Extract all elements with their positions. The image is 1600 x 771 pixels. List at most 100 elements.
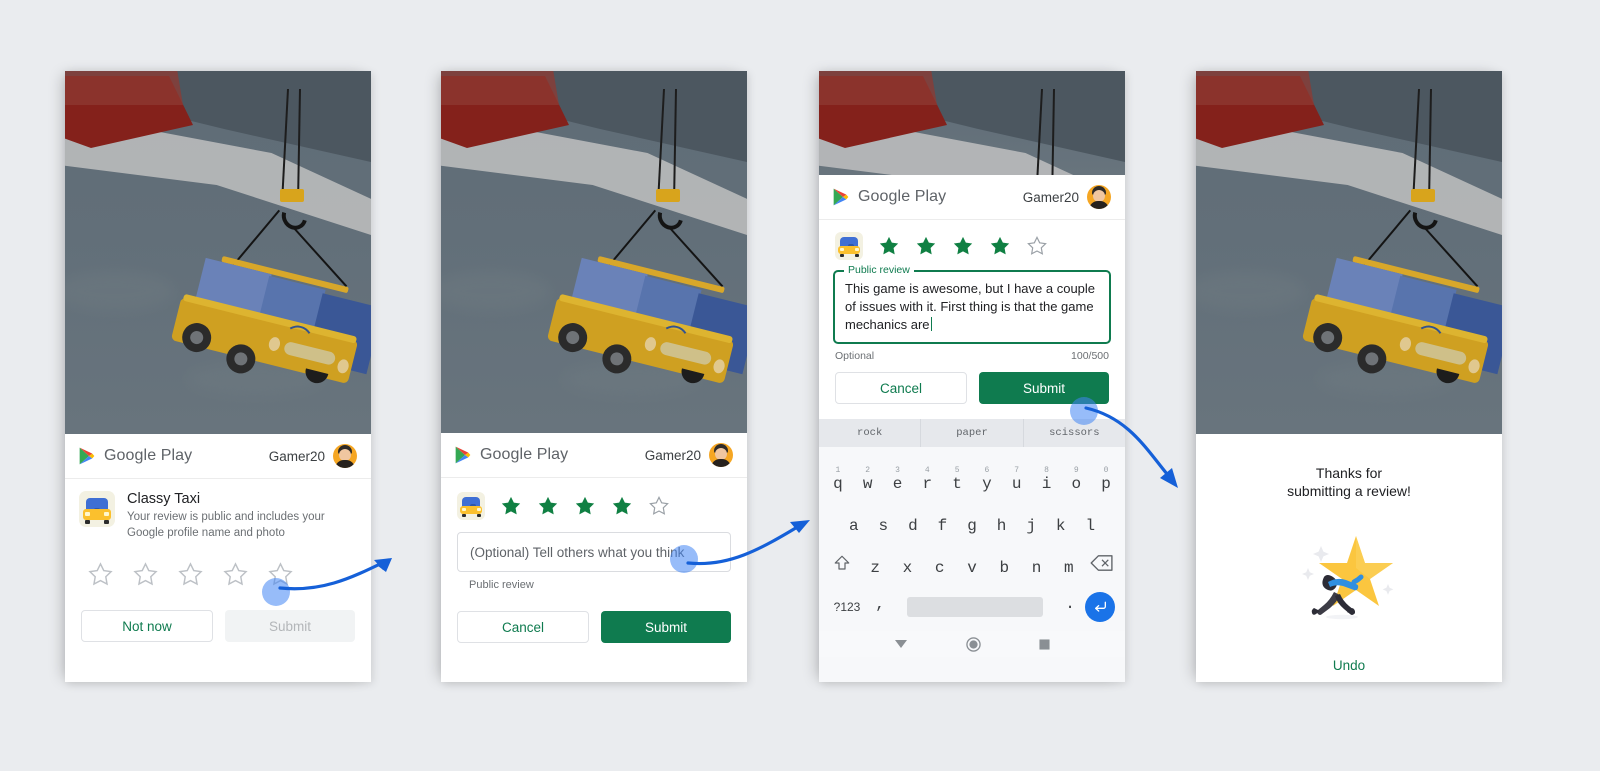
key-z[interactable]: z	[859, 559, 891, 583]
key-i[interactable]: 8i	[1032, 466, 1062, 499]
phone-screen-step1: Google Play Gamer20 Classy Taxi Your rev…	[65, 71, 371, 682]
star-outline-icon-4[interactable]	[222, 561, 249, 588]
key-y[interactable]: 6y	[972, 466, 1002, 499]
star-filled-icon-4[interactable]	[611, 495, 633, 517]
key-s[interactable]: s	[869, 517, 899, 541]
key-b[interactable]: b	[988, 559, 1020, 583]
key-label: y	[982, 475, 992, 493]
game-background-art	[65, 71, 371, 434]
key-j[interactable]: j	[1016, 517, 1046, 541]
key-c[interactable]: c	[924, 559, 956, 583]
star-filled-icon-4[interactable]	[989, 235, 1011, 257]
tap-4th-star	[262, 578, 290, 606]
character-counter: 100/500	[1071, 350, 1109, 362]
star-outline-icon-5[interactable]	[1026, 235, 1048, 257]
game-background-art	[1196, 71, 1502, 434]
not-now-button[interactable]: Not now	[81, 610, 213, 643]
shift-icon	[834, 555, 850, 570]
suggestion-chip-3[interactable]: scissors	[1024, 419, 1125, 447]
backspace-icon	[1090, 555, 1113, 571]
key-w[interactable]: 2w	[853, 466, 883, 499]
key-f[interactable]: f	[928, 517, 958, 541]
rating-stars-step2[interactable]	[441, 478, 747, 528]
keyboard-row-3: z x c v b n m	[819, 541, 1125, 583]
star-filled-icon-3[interactable]	[574, 495, 596, 517]
account-name: Gamer20	[268, 448, 325, 464]
star-outline-icon-3[interactable]	[177, 561, 204, 588]
submit-button[interactable]: Submit	[601, 611, 731, 643]
google-play-icon	[455, 446, 471, 464]
key-n[interactable]: n	[1020, 559, 1052, 583]
key-num-4: 4	[924, 466, 930, 475]
key-d[interactable]: d	[898, 517, 928, 541]
game-background-art	[441, 71, 747, 433]
key-num-9: 9	[1073, 466, 1079, 475]
key-label: t	[952, 475, 962, 493]
key-m[interactable]: m	[1053, 559, 1085, 583]
key-q[interactable]: 1q	[823, 466, 853, 499]
star-filled-icon-1[interactable]	[500, 495, 522, 517]
key-num-7: 7	[1014, 466, 1020, 475]
tap-submit-button	[1070, 397, 1098, 425]
key-k[interactable]: k	[1046, 517, 1076, 541]
review-textarea[interactable]: Public review This game is awesome, but …	[833, 264, 1111, 344]
star-outline-icon-1[interactable]	[87, 561, 114, 588]
nav-recents-icon[interactable]	[1039, 638, 1050, 650]
star-celebration-illustration	[1294, 522, 1404, 632]
key-num-1: 1	[835, 466, 841, 475]
key-l[interactable]: l	[1075, 517, 1105, 541]
google-play-brand: Google Play	[858, 188, 947, 205]
suggestion-chip-2[interactable]: paper	[921, 419, 1024, 447]
star-outline-icon-2[interactable]	[132, 561, 159, 588]
account-name: Gamer20	[1022, 189, 1079, 205]
star-filled-icon-1[interactable]	[878, 235, 900, 257]
keyboard-row-1: 1q 2w 3e 4r 5t 6y 7u 8i 9o 0p	[819, 447, 1125, 499]
key-t[interactable]: 5t	[942, 466, 972, 499]
user-avatar[interactable]	[709, 443, 733, 467]
key-o[interactable]: 9o	[1061, 466, 1091, 499]
suggestion-chip-1[interactable]: rock	[819, 419, 922, 447]
star-filled-icon-2[interactable]	[537, 495, 559, 517]
enter-key[interactable]	[1083, 592, 1117, 622]
google-play-icon	[833, 188, 849, 206]
nav-home-icon[interactable]	[966, 636, 981, 652]
symbols-key[interactable]: ?123	[827, 600, 867, 614]
key-a[interactable]: a	[839, 517, 869, 541]
classy-taxi-app-icon	[79, 491, 115, 527]
shift-key[interactable]	[825, 554, 859, 583]
key-r[interactable]: 4r	[912, 466, 942, 499]
user-avatar[interactable]	[333, 444, 357, 468]
star-outline-icon-5[interactable]	[648, 495, 670, 517]
rating-stars-step1[interactable]	[65, 545, 371, 598]
key-num-2: 2	[865, 466, 871, 475]
google-play-icon	[79, 447, 95, 465]
undo-button[interactable]: Undo	[1196, 632, 1502, 673]
space-key[interactable]	[907, 597, 1043, 617]
key-u[interactable]: 7u	[1002, 466, 1032, 499]
key-label: q	[833, 475, 843, 493]
comma-key[interactable]: ,	[867, 595, 893, 619]
cancel-button[interactable]: Cancel	[457, 611, 589, 643]
key-e[interactable]: 3e	[883, 466, 913, 499]
enter-icon	[1085, 592, 1115, 622]
phone-screen-step2: Google Play Gamer20 (Optional) Tell othe…	[441, 71, 747, 682]
review-sheet-step1: Google Play Gamer20 Classy Taxi Your rev…	[65, 434, 371, 682]
review-textarea-meta: Optional 100/500	[819, 344, 1125, 362]
star-filled-icon-2[interactable]	[915, 235, 937, 257]
cancel-button[interactable]: Cancel	[835, 372, 967, 404]
review-optional-helper: Optional	[835, 350, 875, 362]
key-p[interactable]: 0p	[1091, 466, 1121, 499]
rating-stars-step3[interactable]	[819, 220, 1125, 262]
period-key[interactable]: .	[1057, 595, 1083, 619]
submit-button-disabled: Submit	[225, 610, 355, 643]
key-v[interactable]: v	[956, 559, 988, 583]
star-filled-icon-3[interactable]	[952, 235, 974, 257]
key-g[interactable]: g	[957, 517, 987, 541]
key-x[interactable]: x	[891, 559, 923, 583]
key-h[interactable]: h	[987, 517, 1017, 541]
backspace-key[interactable]	[1085, 554, 1119, 583]
flow-diagram: Google Play Gamer20 Classy Taxi Your rev…	[0, 0, 1600, 771]
user-avatar[interactable]	[1087, 185, 1111, 209]
nav-back-icon[interactable]	[894, 639, 908, 649]
key-label: r	[922, 475, 933, 493]
